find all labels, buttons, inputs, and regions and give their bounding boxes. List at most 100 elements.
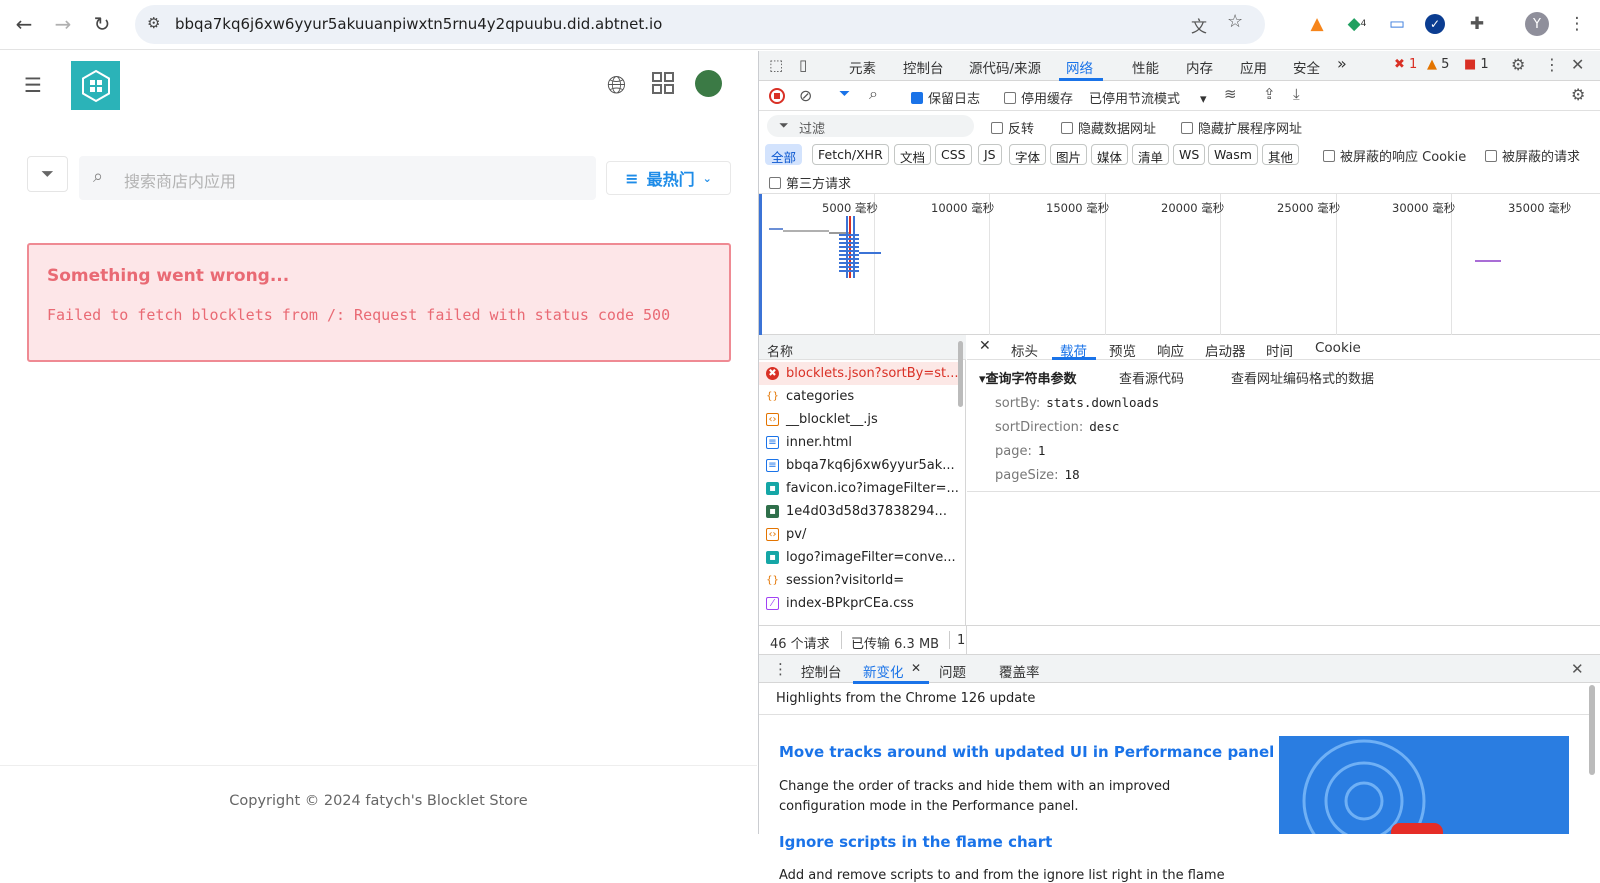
type-filter-media[interactable]: 媒体 [1091, 144, 1129, 165]
feature-link-1[interactable]: Move tracks around with updated UI in Pe… [779, 743, 1274, 761]
throttling-select[interactable]: 已停用节流模式 ▾ [1089, 88, 1207, 107]
settings-gear-icon[interactable]: ⚙ [1511, 55, 1525, 74]
detail-tab-response[interactable]: 响应 [1157, 340, 1184, 360]
blocked-cookies-checkbox[interactable]: 被屏蔽的响应 Cookie [1323, 146, 1466, 165]
request-row[interactable]: ⁄ index-BPkprCEa.css [759, 592, 959, 615]
site-info-icon[interactable]: ⚙ [147, 14, 160, 32]
tab-memory[interactable]: 内存 [1186, 57, 1213, 77]
type-filter-img[interactable]: 图片 [1050, 144, 1088, 165]
detail-tab-timing[interactable]: 时间 [1266, 340, 1293, 360]
export-har-icon[interactable]: ⤓ [1293, 85, 1300, 103]
reload-icon[interactable]: ↻ [88, 10, 116, 38]
tab-performance[interactable]: 性能 [1132, 57, 1159, 77]
filter-button[interactable]: ⏷ [27, 156, 68, 192]
type-filter-manifest[interactable]: 清单 [1132, 144, 1170, 165]
tab-elements[interactable]: 元素 [849, 57, 876, 77]
blocked-requests-checkbox[interactable]: 被屏蔽的请求 [1485, 146, 1580, 165]
store-logo[interactable] [71, 61, 120, 110]
translate-icon[interactable]: 文 [1191, 13, 1207, 37]
warning-count[interactable]: ▲ 5 [1427, 57, 1449, 72]
filter-funnel-icon[interactable]: ⏷ [839, 86, 850, 102]
type-filter-wasm[interactable]: Wasm [1208, 144, 1258, 165]
check-extension-icon[interactable]: ✓ [1425, 14, 1445, 34]
extensions-puzzle-icon[interactable]: ✚ [1465, 12, 1489, 36]
sort-dropdown[interactable]: ≡ 最热门 ⌄ [606, 161, 731, 195]
type-filter-font[interactable]: 字体 [1009, 144, 1047, 165]
request-row[interactable]: ▪ logo?imageFilter=conve... [759, 546, 959, 569]
type-filter-doc[interactable]: 文档 [894, 144, 932, 165]
user-avatar[interactable] [695, 70, 722, 97]
tab-application[interactable]: 应用 [1240, 57, 1267, 77]
drawer-tab-console[interactable]: 控制台 [801, 661, 842, 681]
address-bar[interactable]: ⚙ bbqa7kq6j6xw6yyur5akuuanpiwxtn5rnu4y2q… [135, 5, 1265, 44]
timeline-window-handle[interactable] [759, 194, 762, 335]
request-row[interactable]: {} categories [759, 385, 959, 408]
close-devtools-icon[interactable]: ✕ [1571, 55, 1584, 74]
youtube-play-icon[interactable]: ▶ [1391, 823, 1443, 834]
profile-avatar[interactable]: Y [1525, 12, 1549, 36]
request-row[interactable]: ‹› __blocklet__.js [759, 408, 959, 431]
detail-tab-preview[interactable]: 预览 [1109, 340, 1136, 360]
close-tab-icon[interactable]: ✕ [911, 661, 921, 675]
preserve-log-checkbox[interactable]: 保留日志 [911, 88, 980, 107]
request-row[interactable]: ▪ 1e4d03d58d37838294... [759, 500, 959, 523]
drawer-tab-whats-new[interactable]: 新变化 [863, 661, 904, 681]
filter-input[interactable]: ⏷ 过滤 [767, 115, 974, 137]
detail-tab-initiator[interactable]: 启动器 [1205, 340, 1246, 360]
detail-tab-headers[interactable]: 标头 [1011, 340, 1038, 360]
tab-network[interactable]: 网络 [1066, 57, 1093, 77]
view-source-link[interactable]: 查看源代码 [1119, 368, 1184, 387]
type-filter-fetch-xhr[interactable]: Fetch/XHR [812, 144, 889, 165]
type-filter-ws[interactable]: WS [1173, 144, 1206, 165]
app-grid-icon[interactable] [652, 72, 674, 94]
error-count[interactable]: ✖ 1 [1394, 57, 1417, 72]
view-url-encoded-link[interactable]: 查看网址编码格式的数据 [1231, 368, 1374, 387]
search-input[interactable]: ⌕ 搜索商店内应用 [79, 156, 596, 200]
name-column-header[interactable]: 名称 [759, 335, 966, 360]
network-settings-gear-icon[interactable]: ⚙ [1571, 85, 1585, 104]
request-row[interactable]: ✖ blocklets.json?sortBy=st... [759, 362, 959, 385]
request-list-scrollbar[interactable] [958, 341, 963, 407]
disable-cache-checkbox[interactable]: 停用缓存 [1004, 88, 1073, 107]
tab-console[interactable]: 控制台 [903, 57, 944, 77]
type-filter-css[interactable]: CSS [935, 144, 972, 165]
extension-green-icon[interactable]: ◆ 4 [1345, 12, 1369, 36]
browser-menu-icon[interactable]: ⋮ [1565, 12, 1589, 36]
query-params-section[interactable]: ▾查询字符串参数 [979, 368, 1077, 387]
close-drawer-icon[interactable]: ✕ [1571, 660, 1584, 678]
back-icon[interactable]: ← [10, 10, 38, 38]
feature-link-2[interactable]: Ignore scripts in the flame chart [779, 833, 1052, 851]
devtools-menu-icon[interactable]: ⋮ [1544, 55, 1560, 74]
clear-icon[interactable]: ⊘ [799, 86, 812, 105]
more-tabs-icon[interactable]: » [1337, 54, 1347, 73]
third-party-checkbox[interactable]: 第三方请求 [769, 173, 851, 192]
invert-checkbox[interactable]: 反转 [991, 118, 1034, 137]
request-row[interactable]: {} session?visitorId= [759, 569, 959, 592]
type-filter-other[interactable]: 其他 [1262, 144, 1300, 165]
network-overview-timeline[interactable]: 5000 毫秒 10000 毫秒 15000 毫秒 20000 毫秒 25000… [759, 194, 1600, 335]
import-har-icon[interactable]: ⇪ [1263, 85, 1276, 103]
whats-new-video-thumbnail[interactable]: ▶ new [1279, 736, 1569, 834]
drawer-tab-issues[interactable]: 问题 [939, 661, 966, 681]
device-toolbar-icon[interactable]: ▯ [799, 56, 807, 74]
close-detail-icon[interactable]: ✕ [979, 338, 991, 354]
drawer-tab-coverage[interactable]: 覆盖率 [999, 661, 1040, 681]
extension-window-icon[interactable]: ▭ [1385, 12, 1409, 36]
whats-new-scrollbar[interactable] [1589, 685, 1595, 775]
tab-sources[interactable]: 源代码/来源 [969, 57, 1041, 77]
hide-data-urls-checkbox[interactable]: 隐藏数据网址 [1061, 118, 1156, 137]
request-row[interactable]: ‹› pv/ [759, 523, 959, 546]
request-row[interactable]: ▪ favicon.ico?imageFilter=... [759, 477, 959, 500]
drawer-menu-icon[interactable]: ⋮ [773, 660, 788, 678]
detail-tab-cookies[interactable]: Cookie [1315, 340, 1361, 356]
bookmark-star-icon[interactable]: ☆ [1227, 11, 1243, 32]
globe-icon[interactable]: 🌐︎ [607, 71, 626, 99]
request-row[interactable]: ≡ inner.html [759, 431, 959, 454]
request-row[interactable]: ≡ bbqa7kq6j6xw6yyur5ak... [759, 454, 959, 477]
forward-icon[interactable]: → [49, 10, 77, 38]
record-stop-icon[interactable] [769, 88, 785, 104]
type-filter-js[interactable]: JS [978, 144, 1002, 165]
hamburger-menu-icon[interactable]: ☰ [24, 75, 46, 95]
inspect-element-icon[interactable]: ⬚ [769, 56, 783, 74]
issue-count[interactable]: ■ 1 [1464, 57, 1489, 72]
